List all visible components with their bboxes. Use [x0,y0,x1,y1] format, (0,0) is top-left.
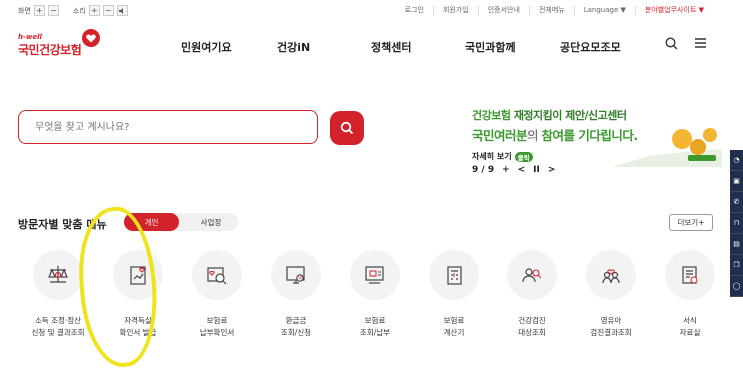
menu-label: 보험료 계산기 [443,316,465,337]
menu-label: 건강검진 대상조회 [518,316,546,337]
header-actions [665,37,707,54]
volume-down-button[interactable]: − [102,5,114,16]
banner-more-link[interactable]: 자세히 보기 클릭 [472,151,533,162]
calculator-icon [429,250,479,300]
main-navigation: 민원여기요 건강iN 정책센터 국민과함께 공단요모조모 [0,39,743,55]
banner-next-button[interactable]: > [548,165,556,175]
menu-label: 보험료 조회/납부 [359,316,391,337]
refund-monitor-icon: W [271,250,321,300]
menu-item-forms-library[interactable]: 서식 자료실 [650,250,730,339]
quick-tab-icon-1[interactable]: ◔ [730,150,743,171]
menu-label: 환급금 조회/신청 [280,316,312,337]
menu-item-premium-payment[interactable]: 보험료 조회/납부 [335,250,415,339]
zoom-out-button[interactable]: − [47,5,59,16]
menu-item-premium-receipt[interactable]: 보험료 납부확인서 [177,250,257,339]
banner-prev-button[interactable]: < [518,165,526,175]
search-button[interactable] [330,111,364,145]
family-icon [586,250,636,300]
click-badge: 클릭 [514,151,533,162]
menu-item-health-checkup[interactable]: 건강검진 대상조회 [492,250,572,339]
menu-label: 영유아 검진결과조회 [590,316,632,337]
search-icon[interactable] [665,37,678,54]
nav-item-civil-service[interactable]: 민원여기요 [181,39,232,55]
search-icon [340,121,354,135]
quick-side-tabs: ◔ ▣ ✆ ⊓ ▤ ❐ ◯ [730,150,743,297]
volume-up-button[interactable]: + [88,5,100,16]
nav-item-health-in[interactable]: 건강iN [277,39,310,55]
quick-tab-icon-2[interactable]: ▣ [730,171,743,192]
zoom-in-button[interactable]: + [33,5,45,16]
quick-tab-copy-icon[interactable]: ❐ [730,255,743,276]
language-select[interactable]: Language ▼ [573,6,635,15]
quick-tab-document-icon[interactable]: ▤ [730,234,743,255]
all-menu-link[interactable]: 전체메뉴 [528,6,574,15]
field-sites-select[interactable]: 분야별업무사이트 ▼ [634,6,713,15]
payment-monitor-icon [350,250,400,300]
quick-tab-phone-icon[interactable]: ✆ [730,192,743,213]
banner-pause-button[interactable]: II [533,165,540,175]
quick-tab-chat-icon[interactable]: ◯ [730,276,743,297]
promo-banner[interactable]: 건강보험 재정지킴이 제안/신고센터 국민여러분의 참여를 기다립니다. 자세히… [472,107,722,177]
zoom-label: 화면 [18,6,31,15]
banner-plus-button[interactable]: + [502,165,510,175]
accessibility-controls: 화면 + − 소리 + − [18,5,128,16]
nav-item-with-citizens[interactable]: 국민과함께 [465,39,516,55]
signup-link[interactable]: 회원가입 [432,6,478,15]
svg-text:W: W [298,276,302,281]
banner-controls: 9 / 9 + < II > [472,165,555,175]
receipt-search-icon [192,250,242,300]
menu-label: 보험료 납부확인서 [199,316,235,337]
quick-tab-lock-icon[interactable]: ⊓ [730,213,743,234]
sound-label: 소리 [72,6,86,15]
more-button[interactable]: 더보기+ [669,214,713,231]
certificate-guide-link[interactable]: 인증서안내 [477,6,529,15]
site-search-box [18,110,318,144]
nav-item-policy-center[interactable]: 정책센터 [371,39,411,55]
menu-label: 서식 자료실 [679,316,701,337]
scale-icon [33,250,83,300]
document-form-icon [665,250,715,300]
hamburger-menu-icon[interactable] [694,37,707,54]
menu-item-infant-checkup[interactable]: 영유아 검진결과조회 [571,250,651,339]
menu-item-premium-calculator[interactable]: 보험료 계산기 [414,250,494,339]
banner-counter: 9 / 9 [472,165,495,175]
nav-item-about-nhis[interactable]: 공단요모조모 [560,39,621,55]
top-links: 로그인 회원가입 인증서안내 전체메뉴 Language ▼ 분야별업무사이트 … [396,6,713,15]
people-search-icon [507,250,557,300]
speaker-icon[interactable] [116,5,128,16]
top-utility-bar: 화면 + − 소리 + − 로그인 회원가입 인증서안내 전체메뉴 Langua… [0,0,743,22]
menu-item-refund[interactable]: W 환급금 조회/신청 [256,250,336,339]
search-input[interactable] [19,111,317,143]
tab-business[interactable]: 사업장 [184,213,238,231]
coins-illustration-icon [612,128,722,167]
login-link[interactable]: 로그인 [396,6,433,15]
